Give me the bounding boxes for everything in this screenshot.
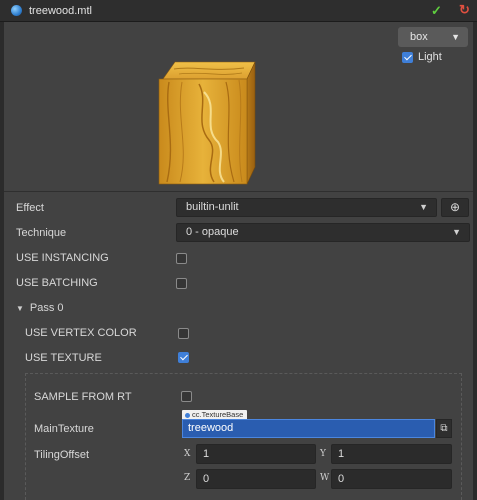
texture-type-text: cc.TextureBase	[192, 410, 244, 419]
preview-divider	[4, 191, 473, 192]
preview-shape-select[interactable]: box ▼	[398, 27, 468, 47]
light-label: Light	[418, 51, 442, 63]
x-axis-label: X	[184, 449, 191, 459]
tiling-offset-label: TilingOffset	[34, 449, 90, 461]
pass-0-title: Pass 0	[29, 302, 64, 314]
main-texture-field[interactable]: treewood	[182, 419, 435, 438]
chevron-down-icon: ▼	[419, 202, 428, 212]
asset-dot-icon	[185, 412, 190, 418]
tiling-x-value: 1	[203, 448, 210, 460]
offset-z-input[interactable]: 0	[196, 469, 316, 489]
pick-asset-icon: ⧉	[440, 423, 448, 434]
material-preview[interactable]	[4, 22, 473, 190]
texture-picker-button[interactable]: ⧉	[436, 419, 452, 438]
main-texture-value: treewood	[188, 422, 234, 434]
material-file-icon	[11, 5, 22, 16]
main-texture-label: MainTexture	[34, 423, 94, 435]
use-vertex-color-checkbox[interactable]	[178, 328, 189, 339]
chevron-down-icon: ▼	[452, 227, 461, 237]
preview-box	[158, 61, 256, 185]
technique-select[interactable]: 0 - opaque ▼	[176, 223, 470, 242]
technique-label: Technique	[16, 227, 67, 239]
offset-w-value: 0	[338, 473, 345, 485]
sample-from-rt-label: SAMPLE FROM RT	[34, 391, 132, 403]
use-texture-checkbox[interactable]	[178, 352, 189, 363]
title-bar: treewood.mtl ✓ ↻	[0, 0, 477, 22]
tiling-y-input[interactable]: 1	[331, 444, 452, 464]
use-texture-label: USE TEXTURE	[25, 352, 102, 364]
revert-icon[interactable]: ↻	[459, 2, 470, 18]
use-batching-checkbox[interactable]	[176, 278, 187, 289]
offset-w-input[interactable]: 0	[331, 469, 452, 489]
tiling-x-input[interactable]: 1	[196, 444, 316, 464]
y-axis-label: Y	[320, 449, 326, 459]
window-title: treewood.mtl	[29, 4, 92, 17]
effect-select[interactable]: builtin-unlit ▼	[176, 198, 437, 217]
technique-value: 0 - opaque	[186, 226, 239, 238]
target-icon: ⊕	[449, 200, 461, 214]
pass-0-header[interactable]: ▼ Pass 0	[16, 302, 64, 314]
right-gutter	[473, 22, 477, 500]
preview-shape-value: box	[410, 31, 428, 43]
check-icon[interactable]: ✓	[431, 3, 442, 19]
light-toggle[interactable]: Light	[402, 51, 442, 63]
use-vertex-color-label: USE VERTEX COLOR	[25, 327, 137, 339]
z-axis-label: Z	[184, 473, 191, 483]
tiling-y-value: 1	[338, 448, 345, 460]
use-instancing-checkbox[interactable]	[176, 253, 187, 264]
w-axis-label: W	[320, 473, 330, 483]
light-checkbox[interactable]	[402, 51, 413, 63]
use-batching-label: USE BATCHING	[16, 277, 98, 289]
use-instancing-label: USE INSTANCING	[16, 252, 109, 264]
sample-from-rt-checkbox[interactable]	[181, 391, 192, 402]
locate-effect-button[interactable]: ⊕	[441, 198, 469, 217]
effect-label: Effect	[16, 202, 44, 214]
offset-z-value: 0	[203, 473, 210, 485]
caret-down-icon: ▼	[16, 303, 24, 313]
effect-value: builtin-unlit	[186, 201, 239, 213]
chevron-down-icon: ▼	[451, 32, 460, 42]
